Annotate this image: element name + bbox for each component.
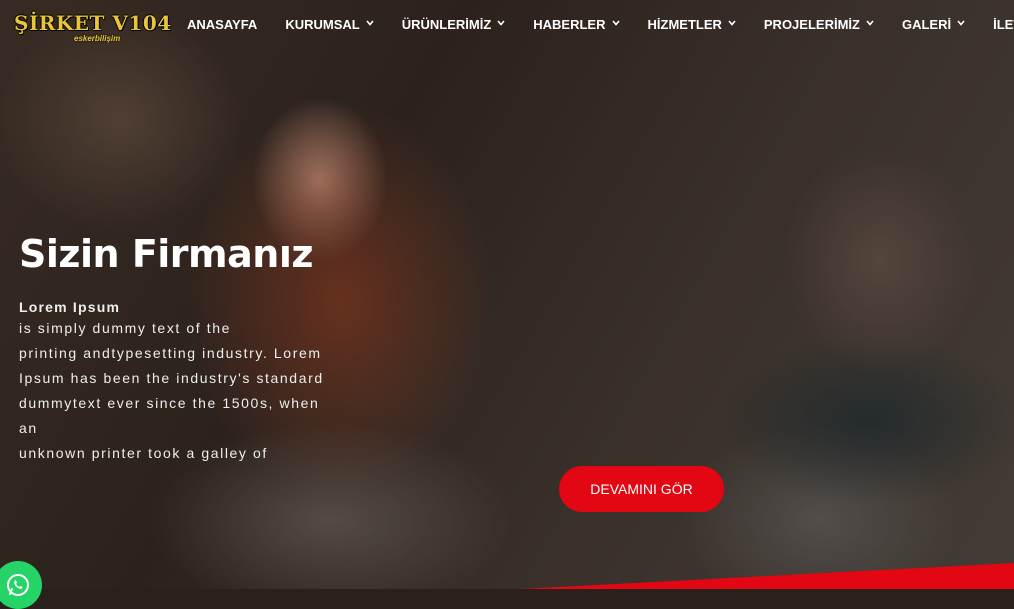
nav-item-projelerimiz[interactable]: PROJELERİMİZ <box>764 15 874 33</box>
whatsapp-icon <box>7 574 29 596</box>
red-stripe-decoration <box>520 563 1014 589</box>
nav-item-hizmetler[interactable]: HİZMETLER <box>648 15 736 33</box>
nav-item-galeri[interactable]: GALERİ <box>902 15 965 33</box>
nav-label: HABERLER <box>533 16 606 32</box>
nav-label: KURUMSAL <box>285 16 360 32</box>
nav-item-anasayfa[interactable]: ANASAYFA <box>187 15 257 33</box>
logo-tagline: eskerbilişim <box>74 34 121 43</box>
hero-description: Lorem Ipsum is simply dummy text of the … <box>19 298 369 466</box>
nav-label: HİZMETLER <box>647 16 722 32</box>
nav-label: İLETİŞİM <box>993 16 1014 32</box>
hero-overlay <box>0 0 1014 589</box>
hero-description-line: dummytext ever since the 1500s, when <box>19 395 320 411</box>
chevron-down-icon <box>957 20 965 26</box>
hero-description-line: Ipsum has been the industry's standard <box>19 370 324 386</box>
hero-title: Sizin Firmanız <box>19 232 313 276</box>
nav-label: PROJELERİMİZ <box>763 16 860 32</box>
read-more-button[interactable]: DEVAMINI GÖR <box>559 466 724 512</box>
nav-item-haberler[interactable]: HABERLER <box>533 15 620 33</box>
chevron-down-icon <box>866 20 874 26</box>
hero-description-strong: Lorem Ipsum <box>19 299 121 315</box>
chevron-down-icon <box>728 20 736 26</box>
hero-description-line: is simply dummy text of the <box>19 320 232 336</box>
nav-label: ANASAYFA <box>187 16 258 32</box>
hero-description-line: unknown printer took a galley of <box>19 445 268 461</box>
main-nav: ANASAYFA KURUMSAL ÜRÜNLERİMİZ HABERLER H… <box>187 15 1014 33</box>
nav-item-kurumsal[interactable]: KURUMSAL <box>285 15 374 33</box>
site-logo[interactable]: ŞİRKET V104 eskerbilişim <box>14 11 172 43</box>
nav-label: GALERİ <box>901 16 952 32</box>
nav-item-iletisim[interactable]: İLETİŞİM <box>993 15 1014 33</box>
chevron-down-icon <box>497 20 505 26</box>
chevron-down-icon <box>611 20 620 26</box>
chevron-down-icon <box>366 20 374 26</box>
nav-label: ÜRÜNLERİMİZ <box>401 16 492 32</box>
logo-name: ŞİRKET V104 <box>14 11 172 35</box>
hero-description-line: printing andtypesetting industry. Lorem <box>19 345 322 361</box>
hero-description-line: an <box>19 420 38 436</box>
whatsapp-button[interactable] <box>0 561 42 609</box>
hero-background-image <box>0 0 1014 589</box>
nav-item-urunlerimiz[interactable]: ÜRÜNLERİMİZ <box>402 15 506 33</box>
